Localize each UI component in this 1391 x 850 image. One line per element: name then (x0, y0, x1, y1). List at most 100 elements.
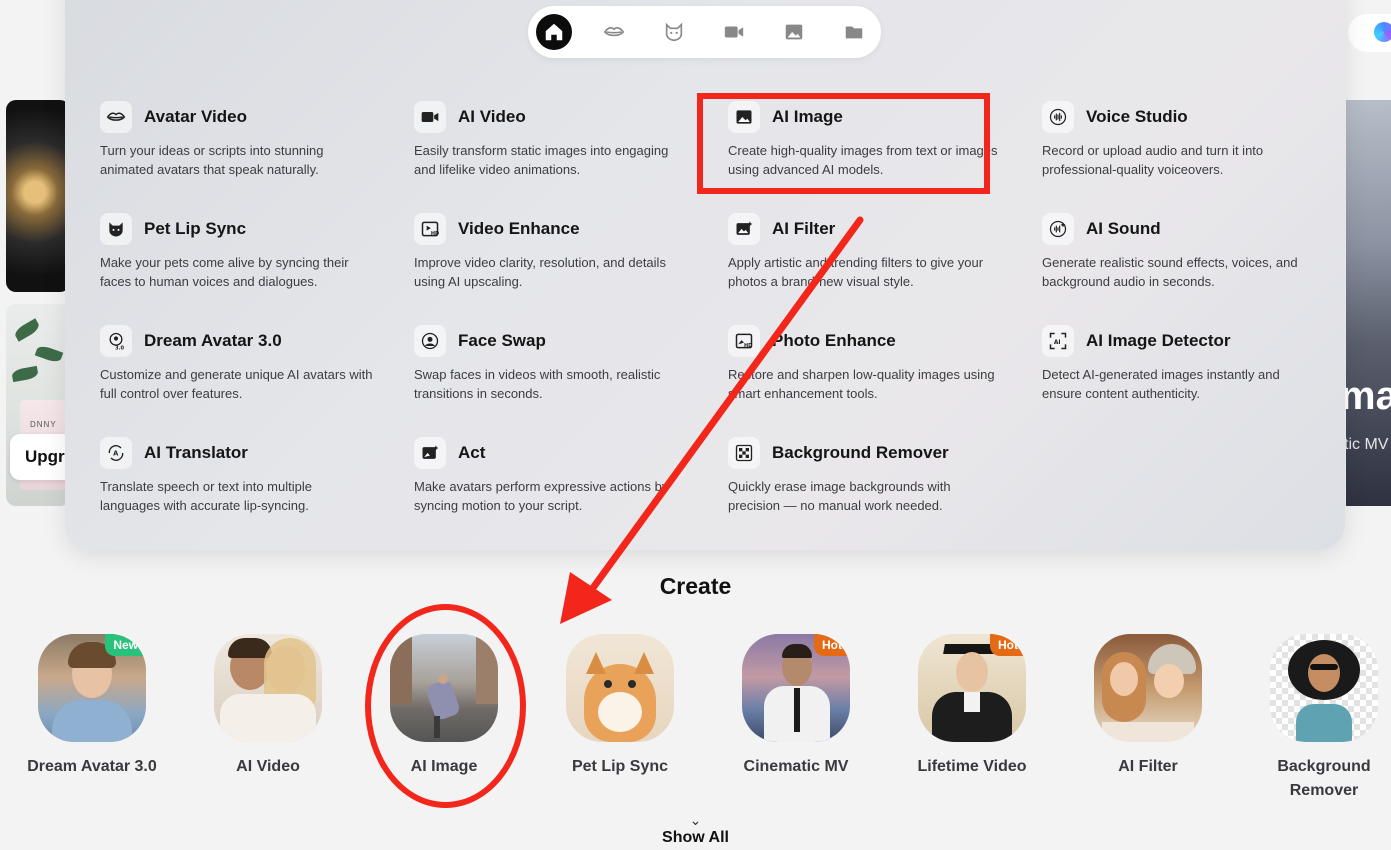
create-item-ai-video[interactable]: AI Video (198, 634, 338, 779)
menu-item-title: AI Filter (772, 219, 836, 238)
menu-item-avatar-video[interactable]: Avatar Video Turn your ideas or scripts … (100, 100, 400, 179)
menu-item-description: Make avatars perform expressive actions … (414, 479, 669, 513)
menu-item-title: Dream Avatar 3.0 (144, 331, 282, 350)
banner-subtitle: tic MV (1344, 436, 1389, 453)
menu-item-description: Turn your ideas or scripts into stunning… (100, 143, 324, 177)
show-all-button[interactable]: ⌄ Show All (0, 813, 1391, 847)
new-badge: New (105, 634, 146, 656)
tab-home[interactable] (536, 14, 572, 50)
create-item-label: AI Filter (1118, 758, 1178, 775)
folder-icon (845, 26, 863, 39)
annotation-highlight-box (697, 93, 990, 194)
menu-item-background-remover[interactable]: Background Remover Quickly erase image b… (728, 436, 1028, 515)
sound-icon (1049, 220, 1067, 238)
create-item-dream-avatar[interactable]: New Dream Avatar 3.0 (22, 634, 162, 779)
menu-item-description: Quickly erase image backgrounds with pre… (728, 479, 951, 513)
menu-item-act[interactable]: Act Make avatars perform expressive acti… (414, 436, 714, 515)
create-item-background-remover[interactable]: Background Remover (1254, 634, 1391, 803)
photo-hd-icon: HD (735, 333, 752, 349)
translate-icon: A (108, 445, 124, 461)
menu-item-title: Video Enhance (458, 219, 580, 238)
image-icon (785, 24, 803, 40)
menu-item-ai-sound[interactable]: AI Sound Generate realistic sound effect… (1042, 212, 1342, 291)
create-item-label: Background Remover (1277, 758, 1371, 799)
menu-item-description: Detect AI-generated images instantly and… (1042, 367, 1280, 401)
menu-item-title: AI Image Detector (1086, 331, 1231, 350)
menu-item-title: Avatar Video (144, 107, 247, 126)
thumbnail: Hot (918, 634, 1026, 742)
menu-item-ai-filter[interactable]: AI Filter Apply artistic and trending fi… (728, 212, 1028, 291)
voice-wave-icon (1049, 108, 1067, 126)
menu-item-face-swap[interactable]: Face Swap Swap faces in videos with smoo… (414, 324, 714, 403)
menu-item-title: Pet Lip Sync (144, 219, 247, 238)
chevron-down-icon: ⌄ (689, 812, 702, 828)
menu-item-description: Translate speech or text into multiple l… (100, 479, 312, 513)
menu-item-dream-avatar[interactable]: 3.0 Dream Avatar 3.0 Customize and gener… (100, 324, 400, 403)
background-remover-icon (735, 444, 753, 462)
create-section-title: Create (659, 573, 732, 599)
svg-text:A: A (113, 450, 119, 458)
sparkle-icon[interactable] (1374, 22, 1391, 42)
menu-item-title: Background Remover (772, 443, 949, 462)
menu-item-title: Photo Enhance (772, 331, 896, 350)
lips-icon (106, 112, 126, 121)
menu-item-pet-lip-sync[interactable]: Pet Lip Sync Make your pets come alive b… (100, 212, 400, 291)
menu-item-description: Easily transform static images into enga… (414, 143, 669, 177)
create-item-cinematic-mv[interactable]: Hot Cinematic MV (726, 634, 866, 779)
dream-avatar-icon: 3.0 (109, 332, 125, 351)
menu-item-ai-video[interactable]: AI Video Easily transform static images … (414, 100, 714, 179)
menu-item-description: Apply artistic and trending filters to g… (728, 255, 984, 289)
svg-text:3.0: 3.0 (115, 345, 124, 351)
menu-item-ai-translator[interactable]: A AI Translator Translate speech or text… (100, 436, 400, 515)
menu-item-description: Record or upload audio and turn it into … (1042, 143, 1264, 177)
menu-item-description: Swap faces in videos with smooth, realis… (414, 367, 661, 401)
menu-item-description: Make your pets come alive by syncing the… (100, 255, 349, 289)
home-icon (545, 23, 563, 41)
menu-item-description: Generate realistic sound effects, voices… (1042, 255, 1298, 289)
annotation-circle (365, 604, 526, 808)
menu-item-title: Face Swap (458, 331, 546, 350)
filter-icon (736, 221, 753, 235)
create-item-label: Lifetime Video (917, 758, 1027, 775)
thumbnail (214, 634, 322, 742)
lips-icon (603, 27, 625, 37)
banner-title: ma (1340, 374, 1391, 418)
menu-item-description: Customize and generate unique AI avatars… (100, 367, 373, 401)
svg-text:AI: AI (1054, 340, 1061, 346)
menu-item-ai-image-detector[interactable]: AI AI Image Detector Detect AI-generated… (1042, 324, 1342, 403)
ai-detector-icon: AI (1049, 332, 1067, 350)
background-thumbnail-left-top (6, 100, 70, 292)
video-hd-icon: HD (421, 221, 439, 237)
create-item-lifetime-video[interactable]: Hot Lifetime Video (902, 634, 1042, 779)
tab-image[interactable] (776, 14, 812, 50)
create-item-pet-lip-sync[interactable]: Pet Lip Sync (550, 634, 690, 779)
hot-badge: Hot (814, 634, 850, 656)
create-item-ai-filter[interactable]: AI Filter (1078, 634, 1218, 779)
show-all-label: Show All (662, 829, 729, 846)
create-item-label: Dream Avatar 3.0 (27, 758, 157, 775)
hot-badge: Hot (990, 634, 1026, 656)
menu-item-description: Improve video clarity, resolution, and d… (414, 255, 666, 289)
thumbnail (566, 634, 674, 742)
menu-item-video-enhance[interactable]: HD Video Enhance Improve video clarity, … (414, 212, 714, 291)
menu-item-title: AI Sound (1086, 219, 1161, 238)
svg-text:HD: HD (744, 343, 752, 349)
create-item-label: Pet Lip Sync (571, 758, 669, 775)
menu-item-description: Restore and sharpen low-quality images u… (728, 367, 995, 401)
tab-pet[interactable] (656, 14, 692, 50)
menu-item-photo-enhance[interactable]: HD Photo Enhance Restore and sharpen low… (728, 324, 1028, 403)
tab-video[interactable] (716, 14, 752, 50)
bottle-label: DNNY (30, 420, 57, 429)
thumbnail (1270, 634, 1378, 742)
tab-folder[interactable] (836, 14, 872, 50)
thumbnail: New (38, 634, 146, 742)
menu-item-voice-studio[interactable]: Voice Studio Record or upload audio and … (1042, 100, 1342, 179)
face-swap-icon (421, 332, 439, 350)
create-item-label: Cinematic MV (743, 758, 849, 775)
menu-item-title: Voice Studio (1086, 107, 1188, 126)
video-camera-icon (421, 112, 439, 122)
menu-item-title: AI Video (458, 107, 526, 126)
tab-avatar[interactable] (596, 14, 632, 50)
menu-item-title: AI Translator (144, 443, 248, 462)
cat-icon (665, 22, 683, 42)
